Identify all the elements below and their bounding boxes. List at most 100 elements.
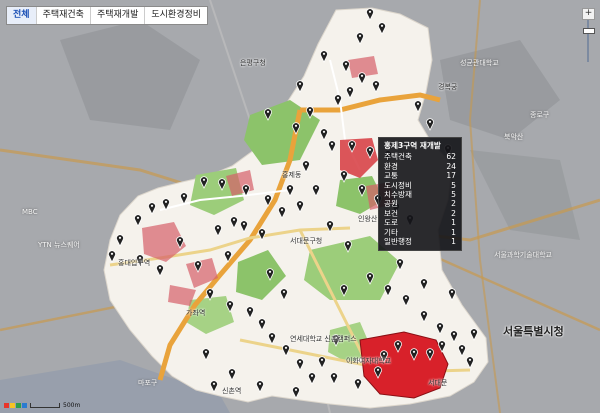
location-marker-dot [260, 230, 264, 233]
location-marker-dot [248, 308, 252, 311]
location-marker-dot [320, 358, 324, 361]
popup-row-value: 1 [451, 237, 456, 247]
location-marker-dot [204, 350, 208, 353]
location-marker-dot [212, 382, 216, 385]
location-marker-dot [232, 218, 236, 221]
map-canvas[interactable] [0, 0, 600, 413]
scale-bar-line [30, 403, 60, 408]
location-marker-dot [220, 180, 224, 183]
map-label-mbc: MBC [22, 208, 38, 216]
zoom-in-button[interactable]: + [582, 8, 595, 20]
location-marker-dot [368, 274, 372, 277]
map-label-mapo: 마포구 [138, 379, 158, 387]
location-marker-dot [226, 252, 230, 255]
location-marker-dot [472, 330, 476, 333]
popup-row-label: 교통 [384, 171, 398, 181]
popup-row-label: 치수방재 [384, 190, 412, 200]
popup-row: 도시정비 5 [384, 181, 456, 190]
map-label-gyeongbokgung: 경복궁 [438, 83, 458, 91]
popup-row-value: 17 [446, 171, 456, 181]
popup-rows: 주택건축 62 환경 24 교통 17 도시정비 5 치수방재 5 공원 2 보건 2 도로 1 기타 1 일반행정… [384, 152, 456, 246]
location-marker-dot [342, 172, 346, 175]
location-marker-dot [404, 296, 408, 299]
location-marker-dot [242, 222, 246, 225]
popup-row-label: 보건 [384, 208, 398, 218]
location-marker-dot [342, 286, 346, 289]
map-label-city-hall: 서울특별시청 [503, 325, 564, 338]
zoom-track[interactable] [587, 18, 589, 62]
location-marker-dot [422, 312, 426, 315]
popup-row-value: 1 [451, 218, 456, 228]
location-marker-dot [314, 186, 318, 189]
map-view[interactable]: 전체 주택재건축 주택재개발 도시환경정비 + 서울특별시청 경복궁 서대문구청… [0, 0, 600, 413]
tab-reconstruction[interactable]: 주택재건축 [37, 7, 91, 24]
location-marker-dot [368, 10, 372, 13]
map-label-seoul-univ: 서울과학기술대학교 [494, 251, 552, 259]
map-label-yonsei: 연세대학교 신촌캠퍼스 [290, 335, 357, 343]
map-label-inwangsan: 인왕산 [358, 215, 378, 223]
location-marker-dot [396, 342, 400, 345]
map-label-ewha: 이화여자대학교 [346, 357, 392, 365]
popup-row: 교통 17 [384, 171, 456, 180]
location-marker-dot [412, 350, 416, 353]
location-marker-dot [460, 346, 464, 349]
popup-row-label: 주택건축 [384, 152, 412, 162]
location-marker-dot [230, 370, 234, 373]
popup-row: 환경 24 [384, 162, 456, 171]
popup-row: 주택건축 62 [384, 152, 456, 161]
location-marker-dot [260, 320, 264, 323]
popup-row: 보건 2 [384, 209, 456, 218]
location-marker-dot [450, 290, 454, 293]
popup-row: 치수방재 5 [384, 190, 456, 199]
map-label-sinchon: 신촌역 [222, 387, 242, 395]
location-marker-dot [428, 120, 432, 123]
map-label-hongje: 홍제동 [282, 171, 302, 179]
location-marker-dot [202, 178, 206, 181]
location-marker-dot [294, 124, 298, 127]
location-marker-dot [328, 222, 332, 225]
location-marker-dot [348, 88, 352, 91]
popup-row-label: 일반행정 [384, 237, 412, 247]
location-marker-dot [310, 374, 314, 377]
popup-row: 공원 2 [384, 199, 456, 208]
tab-all[interactable]: 전체 [7, 7, 37, 24]
tab-redevelopment[interactable]: 주택재개발 [91, 7, 146, 24]
location-marker-dot [266, 110, 270, 113]
popup-row-value: 24 [446, 161, 456, 171]
zoom-slider-handle[interactable] [583, 28, 595, 34]
location-marker-dot [178, 238, 182, 241]
popup-row: 일반행정 1 [384, 237, 456, 246]
location-marker-dot [196, 262, 200, 265]
location-marker-dot [438, 324, 442, 327]
popup-row-label: 공원 [384, 199, 398, 209]
location-marker-dot [258, 382, 262, 385]
category-tabs: 전체 주택재건축 주택재개발 도시환경정비 [6, 6, 209, 25]
location-marker-dot [360, 74, 364, 77]
location-marker-dot [304, 162, 308, 165]
location-marker-dot [136, 216, 140, 219]
popup-title: 홍제3구역 재개발 [384, 141, 441, 150]
location-marker-dot [228, 302, 232, 305]
location-marker-dot [332, 374, 336, 377]
info-popup[interactable]: 홍제3구역 재개발 주택건축 62 환경 24 교통 17 도시정비 5 치수방재 5 공원 2 보건 2… [378, 137, 462, 252]
location-marker-dot [398, 260, 402, 263]
location-marker-dot [270, 334, 274, 337]
map-label-ytn: YTN 뉴스퀘어 [38, 241, 80, 249]
popup-row-label: 도로 [384, 218, 398, 228]
popup-row-value: 2 [451, 208, 456, 218]
scale-bar: 500m [4, 402, 80, 409]
location-marker-dot [294, 388, 298, 391]
popup-row-label: 환경 [384, 161, 398, 171]
location-marker-dot [216, 226, 220, 229]
location-marker-dot [322, 130, 326, 133]
location-marker-dot [158, 266, 162, 269]
location-marker-dot [440, 342, 444, 345]
location-marker-dot [330, 142, 334, 145]
popup-row-label: 도시정비 [384, 180, 412, 190]
location-marker-dot [164, 200, 168, 203]
popup-row: 기타 1 [384, 228, 456, 237]
location-marker-dot [266, 196, 270, 199]
map-label-seodaemun-station: 서대문 [428, 379, 448, 387]
popup-row-label: 기타 [384, 227, 398, 237]
tab-urban-environment[interactable]: 도시환경정비 [145, 7, 207, 24]
